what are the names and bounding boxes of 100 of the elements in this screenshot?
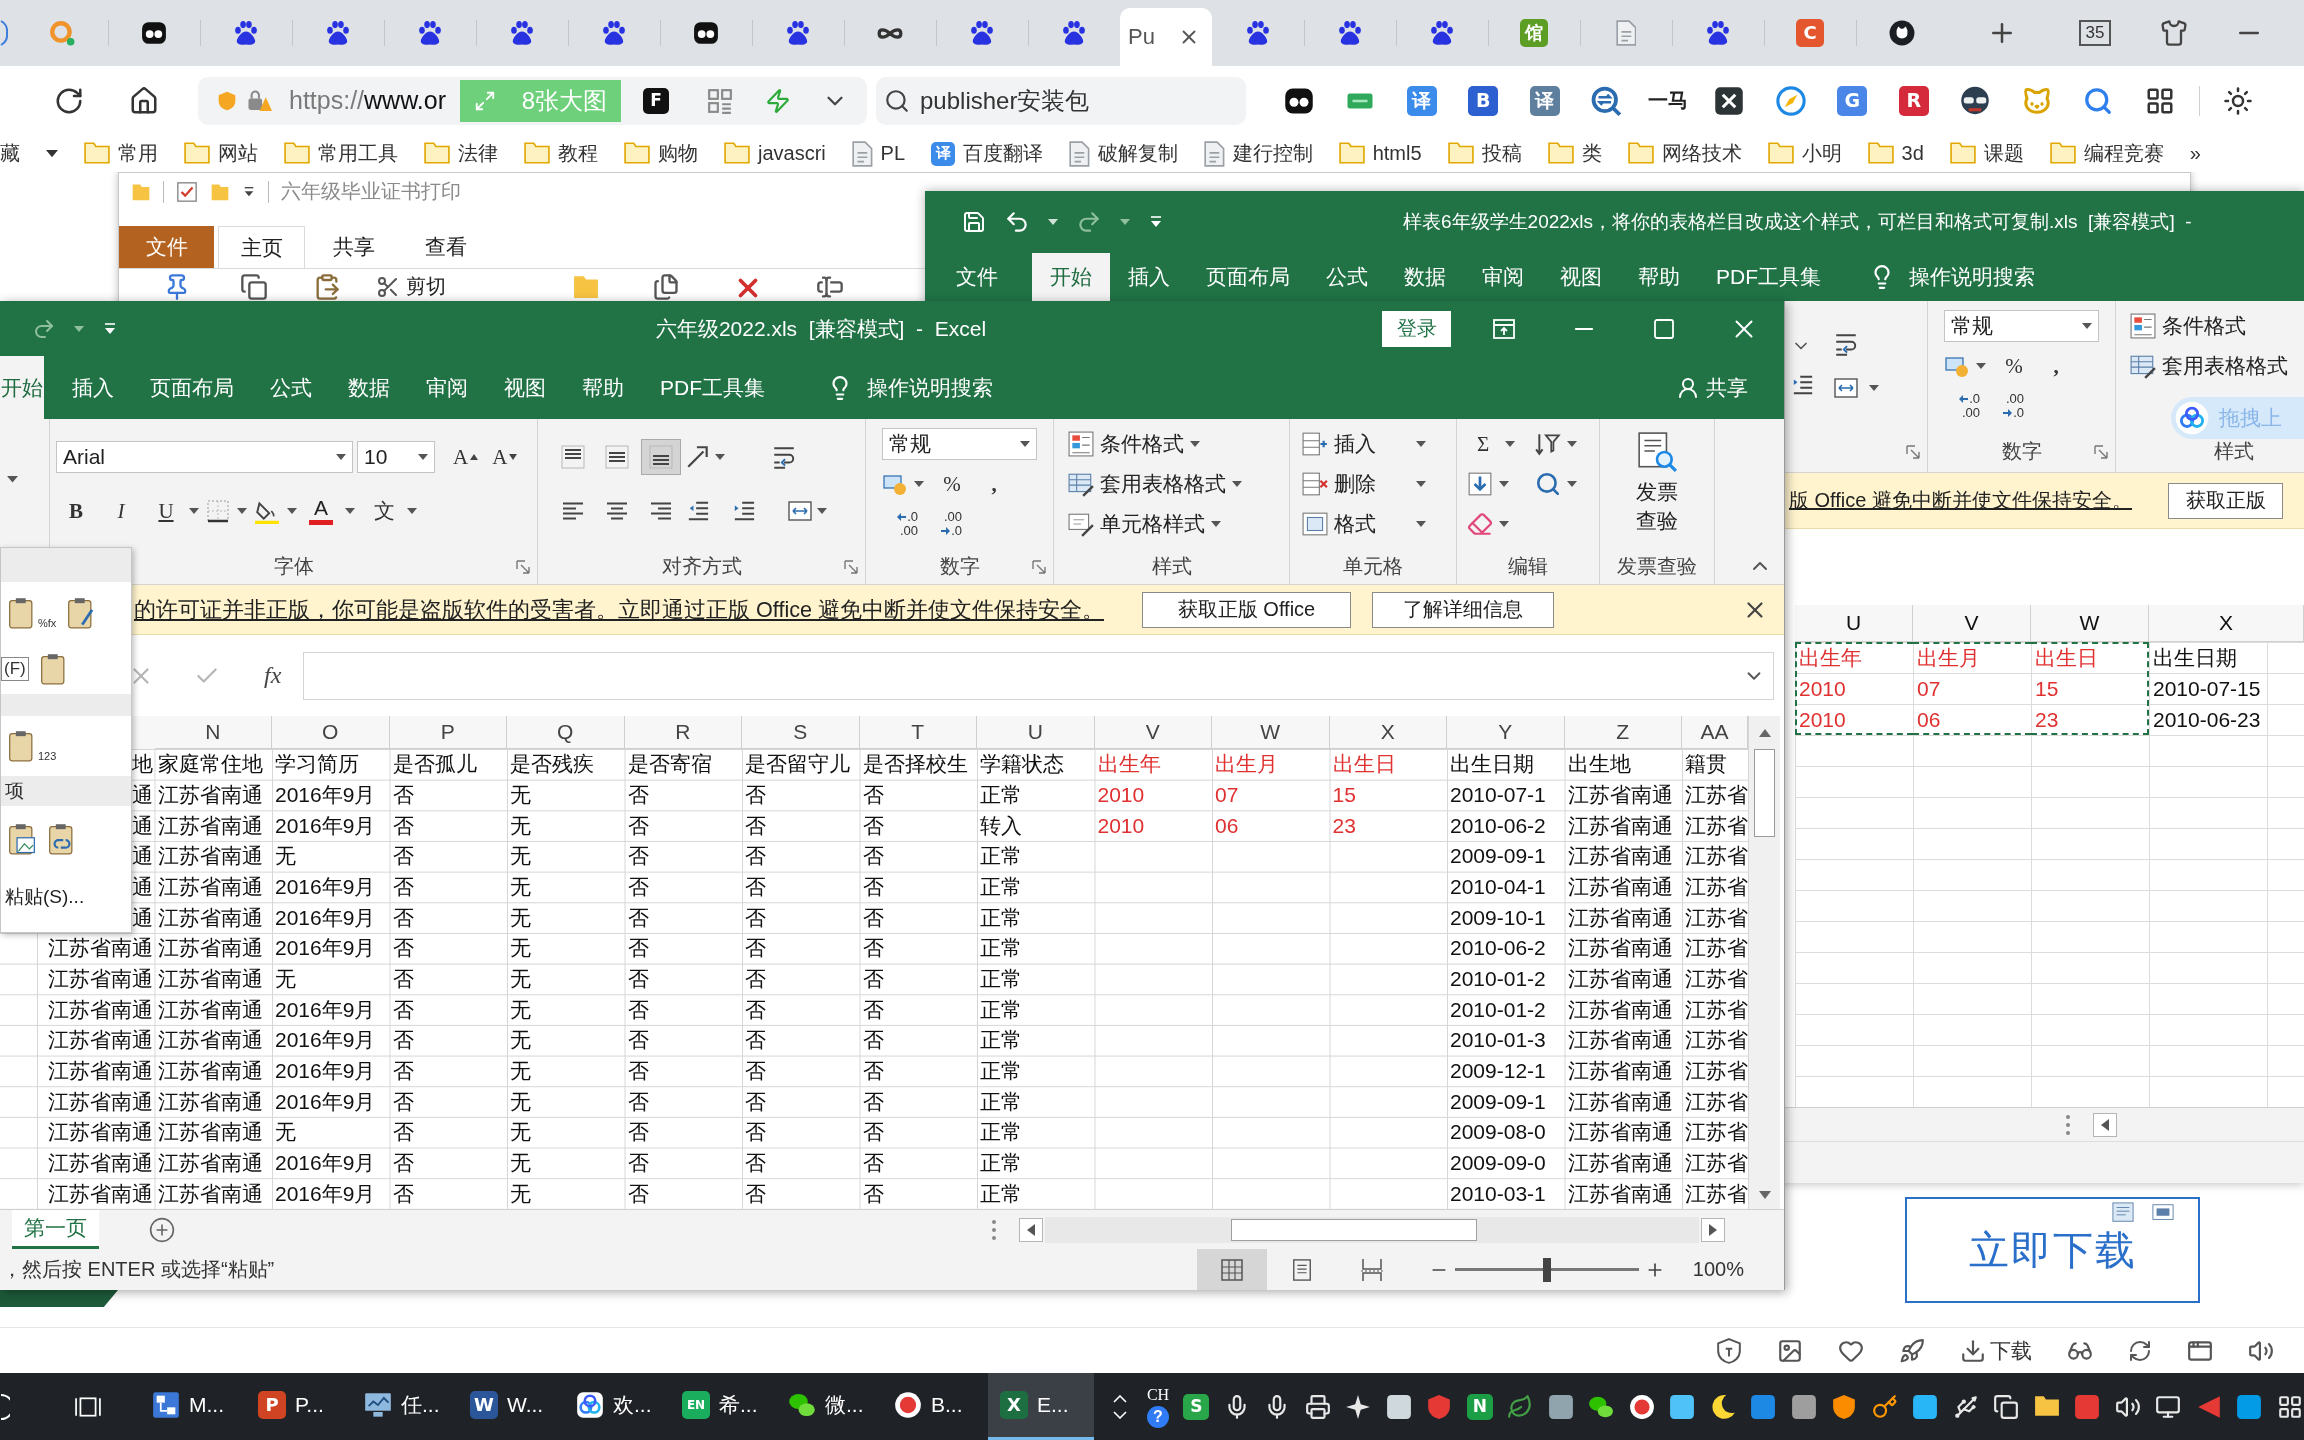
taskbar-app[interactable]: 欢... xyxy=(564,1373,670,1440)
column-header[interactable]: X xyxy=(2149,605,2304,642)
printer-icon[interactable] xyxy=(1304,1393,1331,1420)
bookmark-item[interactable]: javascri xyxy=(724,142,826,165)
diagonal-arrow-icon[interactable] xyxy=(685,444,711,470)
bookmark-item[interactable]: html5 xyxy=(1338,142,1422,165)
corner-arrow-icon[interactable] xyxy=(844,559,858,574)
bookmark-item[interactable]: 常用 xyxy=(84,140,158,167)
percent-button[interactable]: % xyxy=(936,466,968,502)
ribbon-tab[interactable]: 审阅 xyxy=(1464,253,1542,301)
home-icon[interactable] xyxy=(129,85,159,116)
formula-field[interactable] xyxy=(303,651,1774,700)
browser-tab[interactable]: Pu xyxy=(1120,8,1212,66)
invoice-check-button[interactable]: 发票查验 xyxy=(1633,431,1681,536)
ribbon-tab[interactable]: 帮助 xyxy=(1620,253,1698,301)
copy-icon[interactable] xyxy=(240,273,268,301)
app-tile-icon[interactable] xyxy=(2074,1393,2101,1420)
bookmark-item[interactable]: 藏 xyxy=(0,140,20,167)
paste-special-item[interactable]: 粘贴(S)... xyxy=(5,884,85,910)
ribbon-tab[interactable]: 视图 xyxy=(486,356,564,419)
ribbon-tab[interactable]: 页面布局 xyxy=(132,356,252,419)
column-header[interactable]: W xyxy=(1212,716,1330,749)
documents-icon[interactable] xyxy=(652,273,680,301)
scrollbar-thumb[interactable] xyxy=(1754,749,1775,837)
style-command[interactable]: 单元格样式 xyxy=(1066,506,1223,542)
ribbon-tab[interactable]: 文件 xyxy=(119,226,214,268)
record-icon[interactable] xyxy=(1628,1393,1655,1420)
shield-outline-icon[interactable] xyxy=(1716,1337,1742,1364)
view-button[interactable] xyxy=(1196,1249,1267,1290)
scroll-right-button[interactable] xyxy=(1701,1217,1725,1242)
address-bar[interactable]: https://www.or 8张大图 F xyxy=(198,76,867,125)
scroll-left-button[interactable] xyxy=(1019,1217,1043,1242)
input-language[interactable]: CH xyxy=(1146,1385,1170,1404)
style-command[interactable]: 条件格式 xyxy=(1066,426,1202,462)
compass-icon[interactable] xyxy=(1775,85,1806,116)
bookmark-item[interactable]: 课题 xyxy=(1949,140,2024,167)
corner-arrow-icon[interactable] xyxy=(1906,444,1920,459)
comma-button[interactable]: , xyxy=(978,466,1010,502)
shirt-icon[interactable] xyxy=(2160,19,2188,47)
sort-filter-icon[interactable] xyxy=(1535,431,1561,457)
column-header[interactable]: P xyxy=(389,716,507,749)
key-icon[interactable] xyxy=(1871,1393,1898,1420)
grid-icon[interactable] xyxy=(2276,1393,2303,1420)
chevron-down-icon[interactable] xyxy=(1113,1410,1127,1419)
bookmark-item[interactable]: 小明 xyxy=(1767,140,1842,167)
bookmark-item[interactable]: PL xyxy=(851,140,906,167)
paste-option-button[interactable]: 123 xyxy=(7,730,57,762)
corner-arrow-icon[interactable] xyxy=(516,559,530,574)
taskbar-app[interactable]: P P... xyxy=(246,1373,352,1440)
vertical-scrollbar[interactable] xyxy=(1748,716,1780,1209)
app-tile-icon[interactable] xyxy=(1669,1393,1696,1420)
ribbon-tab[interactable]: 公式 xyxy=(252,356,330,419)
more-bookmarks-button[interactable]: » xyxy=(2189,142,2201,165)
currency-icon[interactable] xyxy=(1944,354,1970,378)
wrap-text-icon[interactable] xyxy=(1833,331,1859,357)
bookmark-item[interactable]: 常用工具 xyxy=(284,140,398,167)
share-button[interactable]: 共享 xyxy=(1670,356,1754,419)
tell-me-search[interactable]: 操作说明搜索 xyxy=(867,373,993,402)
increase-decimal-button[interactable]: .0 .00 xyxy=(882,506,918,542)
bookmark-item[interactable]: 购物 xyxy=(624,140,698,167)
app-tile-icon[interactable] xyxy=(1912,1393,1939,1420)
get-genuine-button[interactable]: 获取正版 Office xyxy=(1142,591,1351,628)
app-tile-icon[interactable] xyxy=(1385,1393,1412,1420)
ribbon-tab[interactable]: 数据 xyxy=(330,356,408,419)
column-header[interactable]: U xyxy=(1795,605,1913,642)
ribbon-tab[interactable]: 页面布局 xyxy=(1188,253,1308,301)
taskbar-app[interactable]: 任... xyxy=(352,1373,458,1440)
cells-command[interactable]: 删除 xyxy=(1300,466,1428,502)
add-sheet-icon[interactable] xyxy=(149,1216,175,1243)
bookmark-item[interactable]: 3d xyxy=(1867,142,1924,165)
triangle-up-icon[interactable] xyxy=(1758,728,1771,737)
learn-more-button[interactable]: 了解详细信息 xyxy=(1372,591,1554,628)
image-icon[interactable] xyxy=(1777,1337,1803,1364)
column-header[interactable]: U xyxy=(977,716,1095,749)
ribbon-tab[interactable]: 数据 xyxy=(1386,253,1464,301)
folder-icon[interactable] xyxy=(2033,1395,2060,1418)
bookmark-item[interactable]: 法律 xyxy=(424,140,498,167)
column-header[interactable]: O xyxy=(272,716,390,749)
column-header[interactable]: Y xyxy=(1447,716,1565,749)
glasses-face-icon[interactable] xyxy=(1960,85,1991,116)
arc-icon[interactable] xyxy=(0,1393,10,1420)
taskbar-app[interactable]: 微... xyxy=(776,1373,882,1440)
insert-function-button[interactable]: fx xyxy=(264,662,282,689)
help-badge[interactable]: ? xyxy=(1147,1405,1169,1428)
ribbon-tab[interactable]: PDF工具集 xyxy=(642,356,783,419)
currency-icon[interactable] xyxy=(882,472,908,496)
shield-icon[interactable] xyxy=(1831,1393,1858,1420)
triangle-down-icon[interactable] xyxy=(1758,1191,1771,1199)
column-header[interactable]: X xyxy=(1329,716,1447,749)
ribbon-tab[interactable]: 文件 xyxy=(938,253,1016,301)
bold-button[interactable]: B xyxy=(60,493,92,529)
ribbon-tab[interactable]: 审阅 xyxy=(408,356,486,419)
corner-arrow-icon[interactable] xyxy=(1032,559,1046,574)
app-tile-icon[interactable] xyxy=(1750,1393,1777,1420)
wrap-text-icon[interactable] xyxy=(771,444,797,470)
ribbon-tab[interactable]: 公式 xyxy=(1308,253,1386,301)
corner-arrow-icon[interactable] xyxy=(2094,444,2108,459)
cells-command[interactable]: 插入 xyxy=(1300,426,1428,462)
ribbon-tab[interactable]: 视图 xyxy=(1542,253,1620,301)
search-icon[interactable] xyxy=(1535,471,1561,497)
